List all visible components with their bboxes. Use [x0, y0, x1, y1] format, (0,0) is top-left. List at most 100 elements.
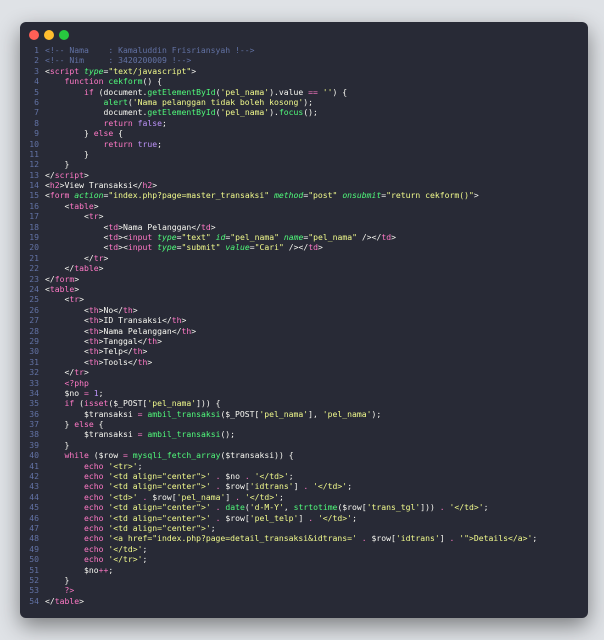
- code-token: }: [45, 159, 70, 170]
- code-token: ++: [98, 564, 109, 575]
- line-source: </tr>: [39, 367, 89, 378]
- minimize-window-button[interactable]: [44, 30, 54, 40]
- code-token: if: [64, 398, 75, 409]
- code-token: document.: [45, 107, 148, 118]
- code-token: '</tr>': [108, 554, 143, 565]
- line-source: if (isset($_POST['pel_nama'])) {: [39, 398, 221, 409]
- code-token: focus: [278, 107, 304, 118]
- code-token: form: [54, 273, 75, 284]
- line-number: 33: [29, 377, 39, 388]
- code-token: <: [45, 200, 70, 211]
- code-token: "index.php?page=master_transaksi": [108, 190, 270, 201]
- code-token: <: [45, 242, 109, 253]
- line-number: 17: [29, 211, 39, 222]
- code-token: '<td align="center">': [108, 512, 211, 523]
- code-token: ]: [298, 512, 309, 523]
- code-token: true: [137, 138, 158, 149]
- code-token: th: [122, 304, 133, 315]
- code-token: table: [69, 200, 94, 211]
- code-token: input: [127, 242, 153, 253]
- line-number: 11: [29, 148, 39, 159]
- code-token: $row[: [366, 533, 396, 544]
- code-token: alert: [103, 96, 128, 107]
- code-token: method: [274, 190, 304, 201]
- code-line: 5 if (document.getElementById('pel_nama'…: [20, 87, 588, 97]
- line-source: </form>: [39, 274, 79, 284]
- line-number: 49: [29, 543, 39, 554]
- code-token: '<td align="center">': [108, 481, 211, 492]
- code-token: script: [54, 169, 84, 180]
- line-number: 25: [29, 294, 39, 305]
- code-line: 8 return false;: [20, 118, 588, 128]
- code-token: 'idtrans': [395, 533, 440, 544]
- line-source: <?php: [39, 378, 89, 388]
- code-token: tr: [69, 294, 80, 305]
- line-source: }: [39, 159, 69, 169]
- code-token: <: [45, 356, 89, 367]
- code-line: 14 <h2>View Transaksi</h2>: [20, 180, 588, 190]
- code-line: 17 <tr>: [20, 211, 588, 221]
- code-token: action: [74, 190, 104, 201]
- code-token: echo: [83, 512, 104, 523]
- code-line: 51 $no++;: [20, 565, 588, 575]
- code-token: ><: [118, 242, 128, 253]
- code-line: 19 <td><input type="text" id="pel_nama" …: [20, 232, 588, 242]
- code-line: 43 echo '<td align="center">' . $row['id…: [20, 481, 588, 491]
- code-token: th: [88, 335, 99, 346]
- code-token: 'pel_nama': [220, 86, 270, 97]
- code-editor[interactable]: 1 <!-- Nama : Kamaluddin Frisriansyah !--…: [20, 45, 588, 606]
- code-line: 10 return true;: [20, 139, 588, 149]
- code-line: 50 echo '</tr>';: [20, 554, 588, 564]
- code-token: ambil_transaksi: [147, 408, 221, 419]
- line-source: if (document.getElementById('pel_nama').…: [39, 87, 347, 97]
- code-token: ($transaksi)) {: [220, 450, 294, 461]
- line-number: 4: [34, 76, 39, 87]
- line-source: </table>: [39, 263, 104, 274]
- code-token: ;: [161, 117, 167, 128]
- line-number: 39: [29, 439, 39, 450]
- code-token: >: [191, 325, 197, 336]
- close-window-button[interactable]: [29, 30, 39, 40]
- code-token: "text/javascript": [108, 65, 192, 76]
- code-token: ]: [225, 491, 236, 502]
- code-token: strtotime: [293, 502, 338, 513]
- code-line: 22 </table>: [20, 263, 588, 273]
- code-token: ;: [108, 564, 114, 575]
- code-token: td: [108, 242, 119, 253]
- code-line: 16 <table>: [20, 201, 588, 211]
- code-token: ) {: [332, 86, 348, 97]
- code-token: >View Transaksi</: [59, 180, 143, 191]
- code-token: "post": [308, 190, 338, 201]
- code-line: 30 <th>Telp</th>: [20, 346, 588, 356]
- code-token: th: [171, 315, 182, 326]
- line-source: <form action="index.php?page=master_tran…: [39, 190, 479, 200]
- line-number: 9: [34, 128, 39, 139]
- line-source: echo '<td align="center">' . $row['idtra…: [39, 481, 352, 491]
- line-source: echo '<td align="center">';: [39, 523, 216, 533]
- code-token: echo: [83, 481, 104, 492]
- code-token: >: [98, 263, 104, 274]
- code-token: mysqli_fetch_array: [132, 450, 221, 461]
- code-token: "Cari": [254, 242, 284, 253]
- code-token: <: [45, 221, 109, 232]
- code-token: echo: [83, 502, 104, 513]
- code-token: td: [308, 242, 318, 253]
- code-token: getElementById: [147, 107, 216, 118]
- code-token: td: [200, 221, 211, 232]
- code-token: $no: [45, 387, 84, 398]
- maximize-window-button[interactable]: [59, 30, 69, 40]
- line-number: 40: [29, 450, 39, 461]
- code-token: ).: [269, 107, 279, 118]
- code-token: ();: [303, 107, 318, 118]
- code-line: 29 <th>Tanggal</th>: [20, 336, 588, 346]
- line-source: <th>Tools</th>: [39, 357, 152, 367]
- code-token: '</td>': [449, 502, 484, 513]
- code-token: '">Details</a>': [459, 533, 533, 544]
- code-token: th: [88, 346, 99, 357]
- code-token: >: [84, 367, 89, 378]
- line-source: document.getElementById('pel_nama').focu…: [39, 107, 318, 118]
- code-token: '<td align="center">': [108, 502, 211, 513]
- code-token: >: [191, 65, 197, 76]
